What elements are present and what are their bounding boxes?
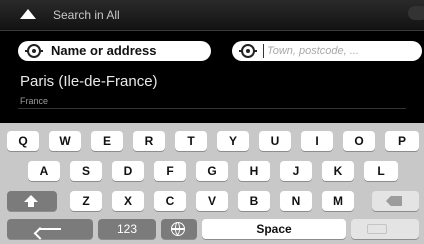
result-country: France	[20, 96, 49, 106]
key-m[interactable]: M	[322, 191, 354, 211]
key-n[interactable]: N	[280, 191, 312, 211]
text-cursor	[263, 44, 264, 58]
name-or-address-field[interactable]: Name or address	[18, 41, 211, 61]
target-icon	[25, 44, 43, 58]
backspace-icon	[386, 196, 402, 206]
status-indicator	[408, 6, 424, 20]
top-bar-title: Search in All	[53, 8, 120, 22]
key-s[interactable]: S	[70, 161, 102, 181]
backspace-key[interactable]	[372, 191, 419, 211]
key-y[interactable]: Y	[217, 131, 249, 151]
shift-icon	[24, 195, 38, 202]
back-key[interactable]	[7, 219, 93, 239]
key-z[interactable]: Z	[70, 191, 102, 211]
top-bar: Search in All	[0, 0, 424, 31]
hide-keyboard-key[interactable]	[351, 219, 419, 239]
town-postcode-input[interactable]: Town, postcode, ...	[232, 41, 422, 61]
key-u[interactable]: U	[259, 131, 291, 151]
name-or-address-label: Name or address	[51, 43, 157, 58]
result-item[interactable]: Paris (Ile-de-France) France	[0, 70, 424, 110]
numbers-key[interactable]: 123	[98, 219, 156, 239]
key-l[interactable]: L	[364, 161, 398, 181]
key-v[interactable]: V	[196, 191, 228, 211]
key-e[interactable]: E	[91, 131, 123, 151]
key-k[interactable]: K	[322, 161, 354, 181]
key-i[interactable]: I	[301, 131, 333, 151]
key-g[interactable]: G	[196, 161, 228, 181]
key-c[interactable]: C	[154, 191, 186, 211]
back-arrow-icon	[39, 228, 61, 230]
key-b[interactable]: B	[238, 191, 270, 211]
town-postcode-placeholder: Town, postcode, ...	[267, 45, 359, 57]
divider	[18, 108, 406, 109]
keyboard-icon	[367, 224, 387, 234]
key-t[interactable]: T	[175, 131, 207, 151]
key-d[interactable]: D	[112, 161, 144, 181]
result-name: Paris (Ile-de-France)	[20, 73, 158, 90]
key-h[interactable]: H	[238, 161, 270, 181]
up-arrow-icon[interactable]	[20, 9, 36, 19]
key-x[interactable]: X	[112, 191, 144, 211]
key-q[interactable]: Q	[7, 131, 39, 151]
space-key[interactable]: Space	[202, 219, 346, 239]
key-j[interactable]: J	[280, 161, 312, 181]
key-a[interactable]: A	[28, 161, 60, 181]
key-p[interactable]: P	[385, 131, 419, 151]
key-o[interactable]: O	[343, 131, 375, 151]
key-r[interactable]: R	[133, 131, 165, 151]
key-f[interactable]: F	[154, 161, 186, 181]
key-w[interactable]: W	[49, 131, 81, 151]
shift-key[interactable]	[7, 191, 57, 211]
globe-icon	[171, 222, 185, 236]
on-screen-keyboard: Q W E R T Y U I O P A S D F G H J K L Z …	[0, 123, 424, 244]
language-key[interactable]	[161, 219, 197, 239]
target-icon	[239, 44, 257, 58]
